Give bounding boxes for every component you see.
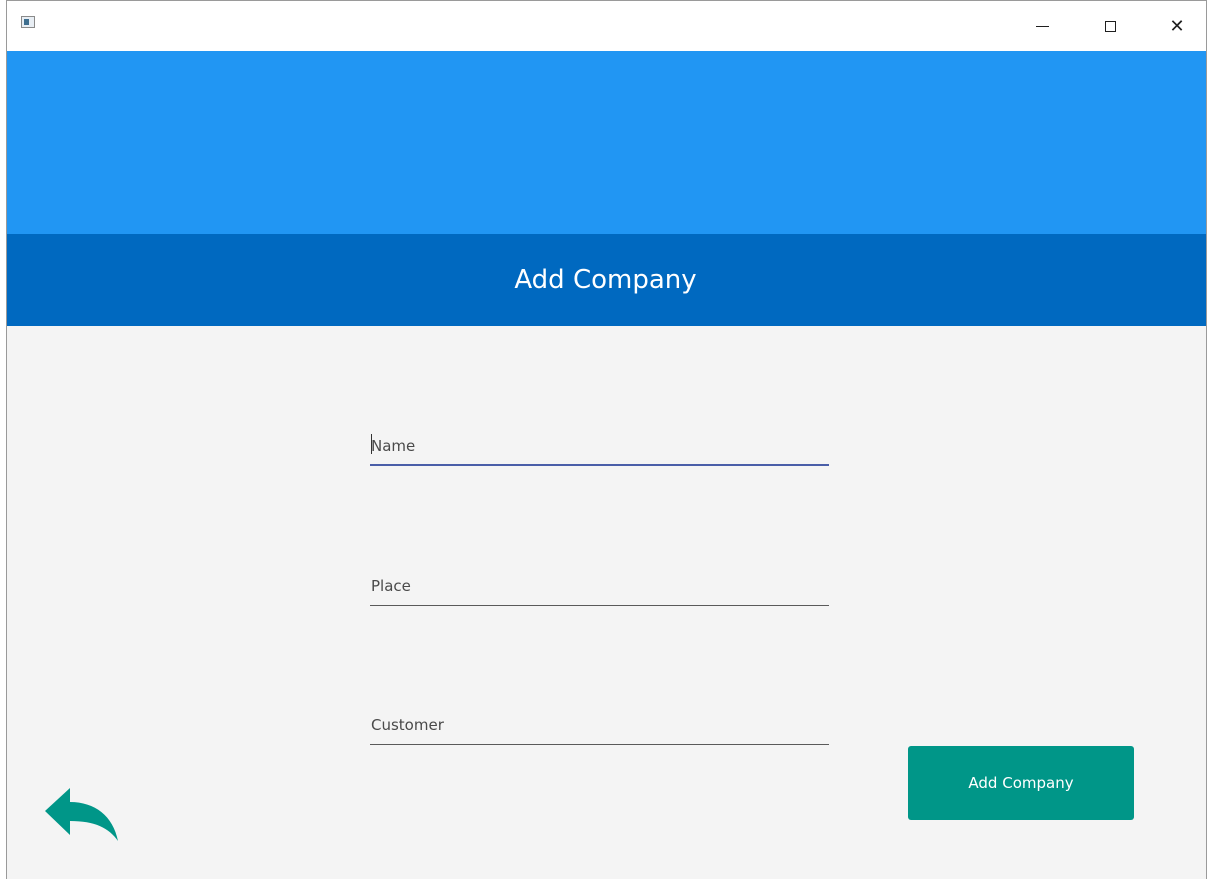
app-window: ✕ Add Company Add Company — [6, 0, 1207, 879]
add-company-button[interactable]: Add Company — [908, 746, 1134, 820]
maximize-icon — [1104, 20, 1116, 32]
maximize-button[interactable] — [1087, 1, 1133, 51]
top-color-band — [7, 51, 1206, 234]
name-input[interactable] — [370, 426, 829, 466]
place-underline — [370, 605, 829, 606]
name-field-wrapper — [370, 426, 829, 466]
customer-input[interactable] — [370, 705, 829, 745]
back-arrow-icon[interactable] — [43, 783, 123, 843]
title-bar: ✕ — [7, 1, 1206, 51]
close-button[interactable]: ✕ — [1154, 1, 1200, 51]
minimize-button[interactable] — [1019, 1, 1065, 51]
app-icon — [21, 16, 35, 28]
customer-field-wrapper — [370, 705, 829, 745]
customer-underline — [370, 744, 829, 745]
text-caret — [371, 434, 372, 454]
place-field-wrapper — [370, 566, 829, 606]
place-input[interactable] — [370, 566, 829, 606]
page-header: Add Company — [7, 234, 1206, 326]
close-icon: ✕ — [1169, 15, 1185, 37]
minimize-icon — [1035, 25, 1049, 27]
name-underline — [370, 464, 829, 466]
page-title: Add Company — [514, 265, 697, 295]
